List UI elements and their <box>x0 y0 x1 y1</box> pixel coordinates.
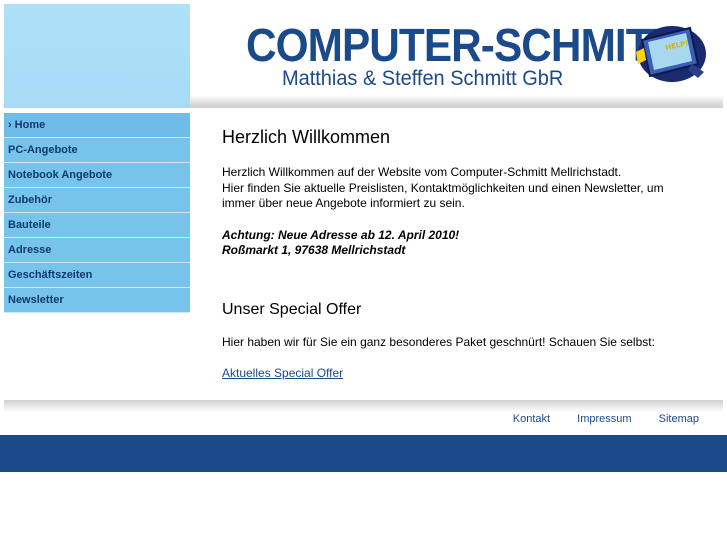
footer-divider-bar <box>4 400 723 412</box>
welcome-title: Herzlich Willkommen <box>222 127 391 147</box>
logo-title: COMPUTER-SCHMITT <box>246 19 677 71</box>
chevron-right-icon: › <box>8 119 12 131</box>
address-line: Roßmarkt 1, 97638 Mellrichstadt <box>222 243 406 257</box>
header-divider-bar <box>190 95 723 108</box>
welcome-text-line2: Hier finden Sie aktuelle Preislisten, Ko… <box>222 180 664 211</box>
welcome-text-line1: Herzlich Willkommen auf der Website vom … <box>222 165 622 179</box>
nav-item-bauteile[interactable]: Bauteile <box>4 213 190 238</box>
header-left-panel <box>4 4 190 108</box>
nav-item-home[interactable]: › Home <box>4 113 190 138</box>
nav-item-pc-angebote[interactable]: PC-Angebote <box>4 138 190 163</box>
nav-item-notebook-angebote[interactable]: Notebook Angebote <box>4 163 190 188</box>
special-offer-link[interactable]: Aktuelles Special Offer <box>222 366 343 380</box>
nav-item-newsletter[interactable]: Newsletter <box>4 288 190 313</box>
nav-item-geschaeftszeiten[interactable]: Geschäftszeiten <box>4 263 190 288</box>
footer-link-kontakt[interactable]: Kontakt <box>513 413 550 425</box>
main-content: Herzlich Willkommen Herzlich Willkommen … <box>222 125 692 380</box>
address-notice: Achtung: Neue Adresse ab 12. April 2010! <box>222 227 460 242</box>
computer-mascot-icon: HELP! <box>636 26 706 82</box>
nav-item-zubehoer[interactable]: Zubehör <box>4 188 190 213</box>
footer-link-impressum[interactable]: Impressum <box>577 413 631 425</box>
footer-links: Kontakt Impressum Sitemap <box>489 413 699 425</box>
logo-subtitle: Matthias & Steffen Schmitt GbR <box>282 67 564 90</box>
offer-text: Hier haben wir für Sie ein ganz besonder… <box>222 334 655 349</box>
main-navigation: › Home PC-Angebote Notebook Angebote Zube… <box>4 113 190 313</box>
offer-title: Unser Special Offer <box>222 300 362 318</box>
nav-item-adresse[interactable]: Adresse <box>4 238 190 263</box>
footer-link-sitemap[interactable]: Sitemap <box>659 413 699 425</box>
footer-band <box>0 435 727 472</box>
site-logo[interactable]: COMPUTER-SCHMITT Matthias & Steffen Schm… <box>246 19 677 90</box>
